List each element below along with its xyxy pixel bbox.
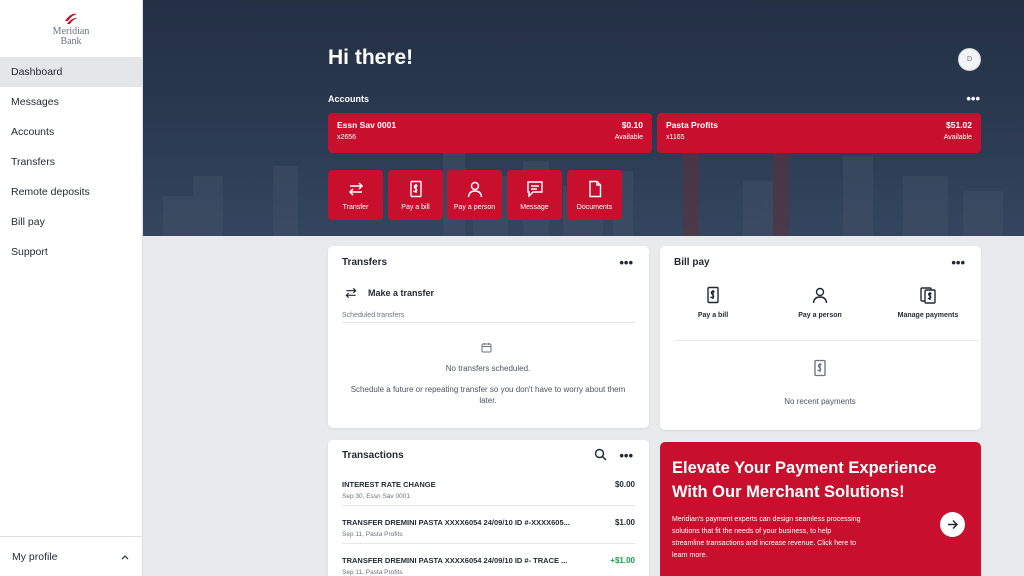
accounts-more-icon[interactable]: ••• [966, 92, 980, 105]
transfers-title: Transfers [342, 257, 388, 268]
make-transfer-label: Make a transfer [368, 288, 435, 298]
bill-pay-action-label: Pay a bill [697, 312, 729, 319]
quick-action-transfer[interactable]: Transfer [328, 170, 383, 220]
promo-arrow-button[interactable] [940, 512, 965, 537]
transaction-description: TRANSFER DREMINI PASTA XXXX6054 24/09/10… [342, 518, 570, 527]
transaction-description: TRANSFER DREMINI PASTA XXXX6054 24/09/10… [342, 556, 568, 565]
transfers-more-icon[interactable]: ••• [619, 256, 633, 269]
account-name: Essn Sav 0001 [337, 120, 397, 130]
account-status: Available [943, 134, 972, 141]
arrow-right-icon [948, 519, 958, 530]
sidebar: Meridian Bank Dashboard Messages Account… [0, 0, 143, 576]
chevron-up-icon [121, 554, 129, 559]
sidebar-nav: Dashboard Messages Accounts Transfers Re… [0, 57, 142, 267]
account-balance: $51.02 [946, 120, 972, 130]
sidebar-item-remote-deposits[interactable]: Remote deposits [0, 177, 142, 207]
quick-action-label: Transfer [342, 203, 369, 211]
my-profile-button[interactable]: My profile [0, 536, 143, 576]
search-icon[interactable] [594, 448, 607, 461]
merchant-solutions-promo[interactable]: Elevate Your Payment Experience With Our… [660, 442, 981, 576]
transaction-meta: Sep 30, Essn Sav 0001 [342, 493, 410, 500]
promo-title-line2: With Our Merchant Solutions! [672, 483, 905, 501]
transaction-amount: $1.00 [614, 518, 635, 527]
accounts-header: Accounts ••• [328, 92, 980, 105]
transactions-title: Transactions [342, 450, 404, 461]
promo-title-line1: Elevate Your Payment Experience [672, 459, 937, 477]
bill-pay-title: Bill pay [674, 257, 710, 268]
document-icon [588, 180, 601, 197]
quick-action-label: Pay a person [453, 203, 496, 211]
quick-action-pay-bill[interactable]: Pay a bill [388, 170, 443, 220]
bill-icon [409, 180, 422, 197]
calendar-icon [481, 343, 492, 353]
greeting-heading: Hi there! [328, 46, 414, 69]
sidebar-item-support[interactable]: Support [0, 237, 142, 267]
sidebar-item-messages[interactable]: Messages [0, 87, 142, 117]
transaction-row[interactable]: INTEREST RATE CHANGE Sep 30, Essn Sav 00… [342, 474, 635, 506]
logo-text-line2: Bank [60, 35, 82, 47]
bank-logo[interactable]: Meridian Bank [0, 0, 142, 57]
bill-pay-manage-payments-button[interactable]: Manage payments [878, 286, 978, 319]
bill-pay-pay-person-button[interactable]: Pay a person [770, 286, 870, 319]
quick-action-documents[interactable]: Documents [567, 170, 622, 220]
bill-pay-pay-bill-button[interactable]: Pay a bill [663, 286, 763, 319]
sidebar-item-transfers[interactable]: Transfers [0, 147, 142, 177]
accounts-title: Accounts [328, 94, 370, 104]
bill-pay-action-label: Pay a person [798, 312, 842, 319]
quick-action-label: Pay a bill [401, 203, 430, 211]
transaction-meta: Sep 11, Pasta Profits [342, 531, 403, 538]
account-balance: $0.10 [621, 120, 643, 130]
receipt-icon [814, 359, 826, 377]
hero-banner: Hi there! D Accounts ••• Essn Sav 0001 $… [143, 0, 1024, 236]
divider [674, 340, 979, 341]
no-transfers-description: Schedule a future or repeating transfer … [350, 385, 626, 405]
quick-action-message[interactable]: Message [507, 170, 562, 220]
scheduled-transfers-label: Scheduled transfers [342, 312, 405, 319]
divider [342, 322, 635, 323]
account-card[interactable]: Pasta Profits $51.02 x1165 Available [657, 113, 981, 153]
main-content: Hi there! D Accounts ••• Essn Sav 0001 $… [143, 0, 1024, 576]
transaction-row[interactable]: TRANSFER DREMINI PASTA XXXX6054 24/09/10… [342, 550, 635, 576]
message-icon [526, 180, 543, 198]
transaction-meta: Sep 11, Pasta Profits [342, 569, 403, 576]
promo-text: Meridian's payment experts can design se… [672, 516, 861, 559]
account-status: Available [614, 134, 643, 141]
no-transfers-title: No transfers scheduled. [445, 364, 531, 373]
bill-pay-more-icon[interactable]: ••• [951, 256, 965, 269]
user-avatar[interactable]: D [958, 48, 981, 71]
make-transfer-button[interactable]: Make a transfer [344, 286, 434, 300]
transactions-card: Transactions ••• INTEREST RATE CHANGE Se… [328, 440, 649, 576]
account-name: Pasta Profits [666, 120, 718, 130]
logo-text-line1: Meridian [52, 25, 90, 37]
quick-action-label: Message [520, 203, 549, 211]
no-recent-payments-text: No recent payments [784, 397, 856, 406]
bill-icon [707, 286, 719, 304]
logo-mark-icon [65, 13, 78, 24]
transactions-more-icon[interactable]: ••• [619, 449, 633, 462]
manage-payments-icon [920, 287, 936, 304]
quick-action-pay-person[interactable]: Pay a person [447, 170, 502, 220]
bill-pay-action-label: Manage payments [897, 312, 959, 319]
sidebar-item-accounts[interactable]: Accounts [0, 117, 142, 147]
account-number: x2656 [337, 134, 357, 141]
transfers-card: Transfers ••• Make a transfer Scheduled … [328, 246, 649, 428]
person-icon [467, 181, 482, 197]
transaction-row[interactable]: TRANSFER DREMINI PASTA XXXX6054 24/09/10… [342, 512, 635, 544]
transfer-icon [348, 181, 363, 196]
transaction-description: INTEREST RATE CHANGE [342, 480, 436, 489]
person-icon [812, 287, 828, 304]
account-card[interactable]: Essn Sav 0001 $0.10 x2656 Available [328, 113, 652, 153]
transaction-amount: +$1.00 [610, 556, 635, 565]
bill-pay-card: Bill pay ••• Pay a bill Pay a person Man… [660, 246, 981, 430]
sidebar-item-dashboard[interactable]: Dashboard [0, 57, 142, 87]
sidebar-item-bill-pay[interactable]: Bill pay [0, 207, 142, 237]
transfer-icon [345, 287, 357, 299]
my-profile-label: My profile [12, 550, 58, 563]
transaction-amount: $0.00 [614, 480, 635, 489]
account-number: x1165 [666, 134, 685, 141]
quick-action-label: Documents [576, 203, 613, 211]
